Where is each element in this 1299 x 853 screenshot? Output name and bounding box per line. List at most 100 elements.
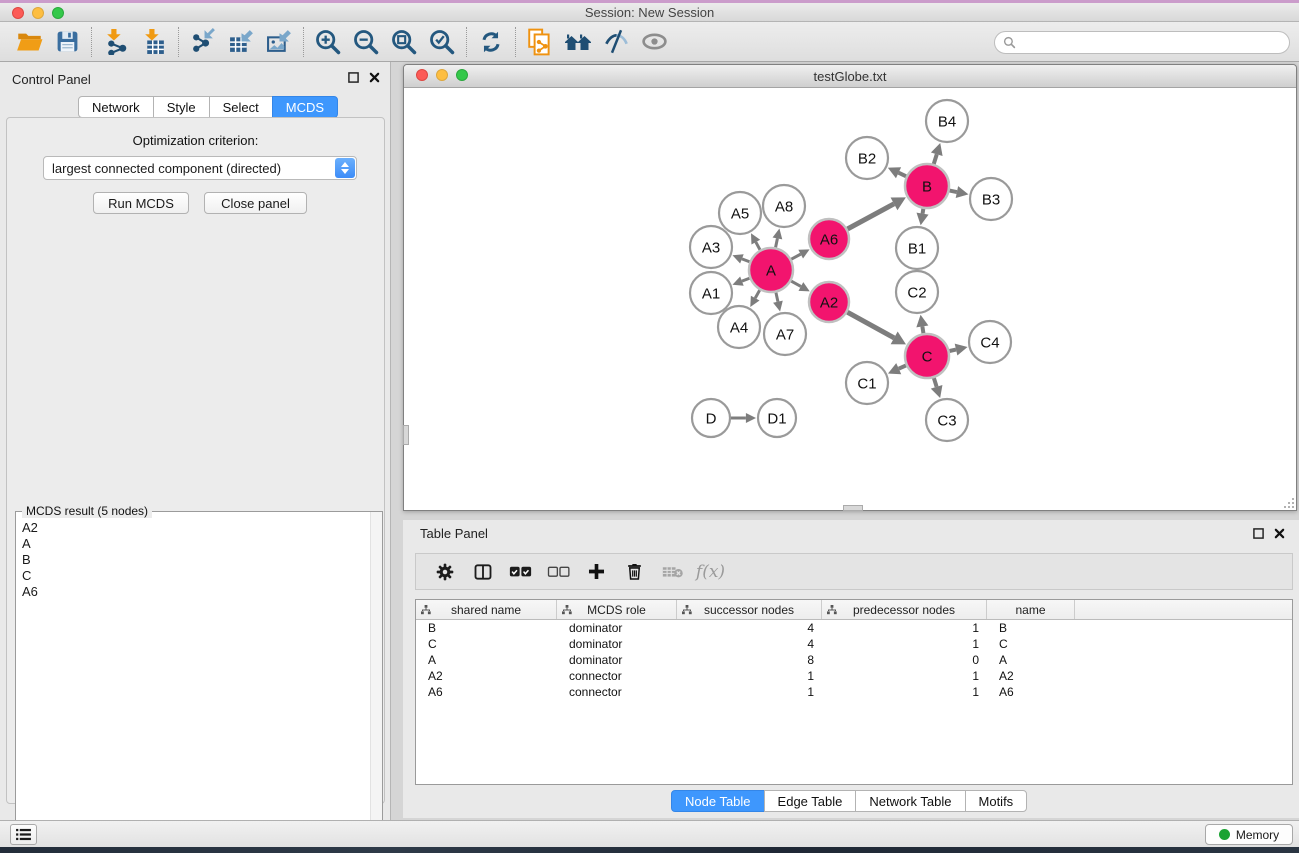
graph-node-C4[interactable]: C4 xyxy=(969,321,1011,363)
table-cell[interactable]: B xyxy=(987,620,1075,636)
optimization-criterion-select[interactable]: largest connected component (directed) xyxy=(43,156,357,180)
export-network-button[interactable] xyxy=(184,25,222,59)
table-cell[interactable]: A xyxy=(987,652,1075,668)
graph-node-D1[interactable]: D1 xyxy=(758,399,796,437)
graph-edge-C-C4[interactable] xyxy=(949,344,967,356)
graph-edge-B-B2[interactable] xyxy=(888,167,906,178)
zoom-in-button[interactable] xyxy=(309,25,347,59)
graph-node-A1[interactable]: A1 xyxy=(690,272,732,314)
close-panel-icon[interactable] xyxy=(369,72,380,83)
table-cell[interactable]: 1 xyxy=(677,668,822,684)
search-input[interactable] xyxy=(1021,36,1289,50)
zoom-actual-size-button[interactable] xyxy=(385,25,423,59)
list-scrollbar[interactable] xyxy=(370,512,382,853)
graph-node-B1[interactable]: B1 xyxy=(896,227,938,269)
graph-edge-A6-B[interactable] xyxy=(847,197,905,229)
table-cell[interactable]: 8 xyxy=(677,652,822,668)
delete-table-button[interactable] xyxy=(658,557,687,587)
mcds-result-item[interactable]: C xyxy=(16,568,370,584)
close-panel-button[interactable]: Close panel xyxy=(204,192,307,214)
navigator-handle-bottom[interactable] xyxy=(843,505,863,511)
table-cell[interactable]: B xyxy=(416,620,557,636)
float-panel-icon[interactable] xyxy=(348,72,359,83)
float-table-panel-icon[interactable] xyxy=(1253,528,1264,539)
graph-edge-C-C1[interactable] xyxy=(888,363,906,374)
refresh-button[interactable] xyxy=(472,25,510,59)
import-table-button[interactable] xyxy=(135,25,173,59)
table-row[interactable]: Cdominator41C xyxy=(416,636,1292,652)
memory-button[interactable]: Memory xyxy=(1205,824,1293,845)
table-row[interactable]: Adominator80A xyxy=(416,652,1292,668)
table-cell[interactable]: 1 xyxy=(822,620,987,636)
graph-node-A[interactable]: A xyxy=(749,248,793,292)
graph-edge-B-B4[interactable] xyxy=(931,143,943,164)
control-tab-select[interactable]: Select xyxy=(209,96,273,118)
table-row[interactable]: A2connector11A2 xyxy=(416,668,1292,684)
table-cell[interactable]: dominator xyxy=(557,636,677,652)
delete-column-button[interactable] xyxy=(620,557,649,587)
zoom-window-button[interactable] xyxy=(52,7,64,19)
table-cell[interactable]: 4 xyxy=(677,620,822,636)
graph-node-A3[interactable]: A3 xyxy=(690,226,732,268)
column-header-successor-nodes[interactable]: successor nodes xyxy=(677,600,822,619)
mac-titlebar[interactable]: Session: New Session xyxy=(0,3,1299,22)
graph-node-B[interactable]: B xyxy=(905,164,949,208)
mcds-result-item[interactable]: A6 xyxy=(16,584,370,600)
export-image-button[interactable] xyxy=(260,25,298,59)
save-session-button[interactable] xyxy=(48,25,86,59)
graph-edge-B-B1[interactable] xyxy=(917,209,929,226)
table-tab-edge-table[interactable]: Edge Table xyxy=(764,790,857,812)
column-header-MCDS-role[interactable]: MCDS role xyxy=(557,600,677,619)
table-cell[interactable]: dominator xyxy=(557,652,677,668)
graph-edge-B-B3[interactable] xyxy=(950,186,969,198)
table-row[interactable]: Bdominator41B xyxy=(416,620,1292,636)
navigator-handle-left[interactable] xyxy=(403,425,409,445)
resize-grip-icon[interactable] xyxy=(1281,495,1295,509)
graph-node-A5[interactable]: A5 xyxy=(719,192,761,234)
bird-eye-view-button[interactable] xyxy=(635,25,673,59)
network-window-titlebar[interactable]: testGlobe.txt xyxy=(404,65,1296,88)
table-cell[interactable]: C xyxy=(416,636,557,652)
table-cell[interactable]: 1 xyxy=(677,684,822,700)
node-table[interactable]: shared nameMCDS rolesuccessor nodesprede… xyxy=(415,599,1293,785)
table-cell[interactable]: 1 xyxy=(822,684,987,700)
graph-edge-A-A2[interactable] xyxy=(791,281,810,291)
graph-edge-A-A6[interactable] xyxy=(791,249,809,259)
graph-edge-A-A7[interactable] xyxy=(773,292,783,311)
task-history-button[interactable] xyxy=(10,824,37,845)
network-canvas[interactable]: B4B2BB3A8A5A6A3B1AA1C2A2A4A7C4CC1DD1C3 xyxy=(404,88,1296,510)
control-tab-style[interactable]: Style xyxy=(153,96,210,118)
graph-edge-C-C3[interactable] xyxy=(931,378,943,398)
mcds-result-item[interactable]: A xyxy=(16,536,370,552)
table-cell[interactable]: 1 xyxy=(822,636,987,652)
control-tab-network[interactable]: Network xyxy=(78,96,154,118)
column-header-predecessor-nodes[interactable]: predecessor nodes xyxy=(822,600,987,619)
graph-node-A2[interactable]: A2 xyxy=(809,282,849,322)
graph-node-C[interactable]: C xyxy=(905,334,949,378)
graph-node-A8[interactable]: A8 xyxy=(763,185,805,227)
mcds-result-item[interactable]: A2 xyxy=(16,520,370,536)
table-tab-network-table[interactable]: Network Table xyxy=(855,790,965,812)
control-tab-mcds[interactable]: MCDS xyxy=(272,96,338,118)
table-cell[interactable]: A2 xyxy=(987,668,1075,684)
home-view-button[interactable] xyxy=(559,25,597,59)
table-row[interactable]: A6connector11A6 xyxy=(416,684,1292,700)
table-cell[interactable]: dominator xyxy=(557,620,677,636)
network-from-file-button[interactable] xyxy=(521,25,559,59)
table-cell[interactable]: connector xyxy=(557,684,677,700)
table-cell[interactable]: A6 xyxy=(987,684,1075,700)
graph-edge-A-A3[interactable] xyxy=(732,254,749,263)
zoom-out-button[interactable] xyxy=(347,25,385,59)
graph-edge-A-A1[interactable] xyxy=(732,277,749,286)
graph-node-B4[interactable]: B4 xyxy=(926,100,968,142)
graph-node-A6[interactable]: A6 xyxy=(809,219,849,259)
mcds-result-list[interactable]: A2ABCA6 xyxy=(16,520,370,853)
graph-node-B2[interactable]: B2 xyxy=(846,137,888,179)
table-cell[interactable]: A6 xyxy=(416,684,557,700)
close-window-button[interactable] xyxy=(12,7,24,19)
table-cell[interactable]: 0 xyxy=(822,652,987,668)
graph-edge-A-A4[interactable] xyxy=(750,290,759,307)
show-column-button[interactable] xyxy=(468,557,497,587)
zoom-selected-button[interactable] xyxy=(423,25,461,59)
graph-node-C2[interactable]: C2 xyxy=(896,271,938,313)
